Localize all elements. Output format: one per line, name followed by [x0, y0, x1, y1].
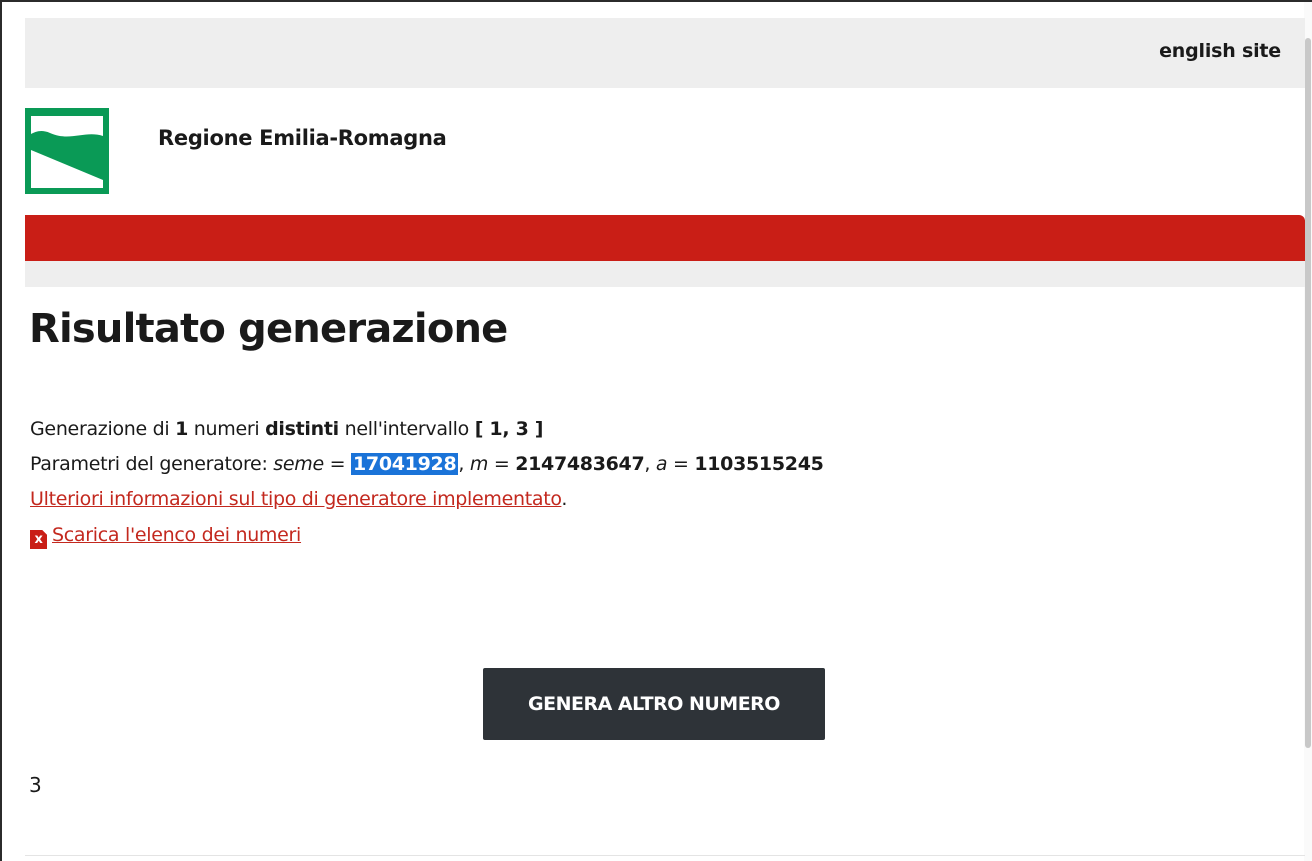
summary-interval: [ 1, 3 ] — [474, 418, 544, 440]
m-label: m — [469, 453, 489, 475]
info-line: Ulteriori informazioni sul tipo di gener… — [30, 488, 567, 510]
download-line: x Scarica l'elenco dei numeri — [30, 524, 301, 549]
generator-info-link[interactable]: Ulteriori informazioni sul tipo di gener… — [30, 488, 562, 510]
m-value: 2147483647 — [515, 453, 645, 475]
download-numbers-link[interactable]: Scarica l'elenco dei numeri — [52, 524, 301, 546]
excel-file-icon[interactable]: x — [30, 530, 47, 549]
scrollbar-thumb[interactable] — [1305, 38, 1311, 748]
equals-sign: = — [667, 453, 695, 475]
english-site-link[interactable]: english site — [1159, 40, 1281, 62]
equals-sign: = — [488, 453, 516, 475]
separator: , — [644, 453, 656, 475]
grey-divider — [25, 261, 1305, 287]
summary-mid1: numeri — [188, 418, 266, 440]
top-utility-bar: english site — [25, 18, 1305, 88]
red-banner — [25, 215, 1305, 261]
header — [25, 88, 1305, 215]
parameters-line: Parametri del generatore: seme = 1704192… — [30, 453, 824, 475]
footer-divider — [25, 855, 1305, 856]
info-suffix: . — [561, 488, 568, 510]
seed-value[interactable]: 17041928 — [351, 453, 459, 475]
generated-number: 3 — [29, 773, 42, 797]
seed-label: seme — [273, 453, 324, 475]
params-prefix: Parametri del generatore: — [30, 453, 274, 475]
summary-count: 1 — [175, 418, 189, 440]
summary-prefix: Generazione di — [30, 418, 176, 440]
region-logo[interactable] — [25, 108, 109, 194]
page-title: Risultato generazione — [29, 306, 508, 352]
summary-line: Generazione di 1 numeri distinti nell'in… — [30, 418, 544, 440]
summary-distinct: distinti — [265, 418, 339, 440]
a-label: a — [655, 453, 668, 475]
summary-mid2: nell'intervallo — [338, 418, 475, 440]
a-value: 1103515245 — [694, 453, 824, 475]
generate-another-number-button[interactable]: GENERA ALTRO NUMERO — [483, 668, 825, 740]
scrollbar-track[interactable] — [1304, 2, 1312, 861]
separator: , — [458, 453, 470, 475]
equals-sign: = — [323, 453, 351, 475]
region-name[interactable]: Regione Emilia-Romagna — [158, 126, 447, 150]
